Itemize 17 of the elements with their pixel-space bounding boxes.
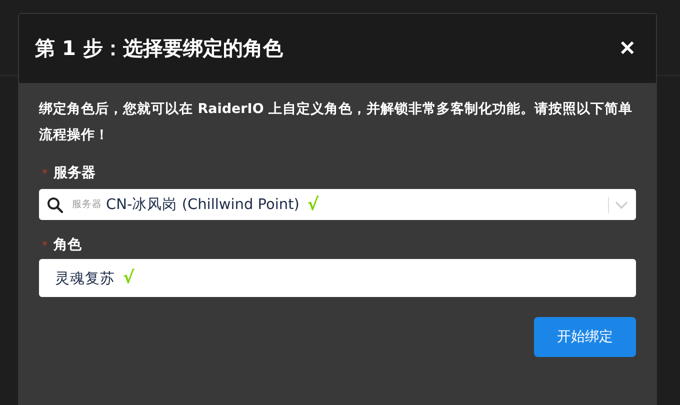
field-value: CN-冰风岗 (Chillwind Point)	[106, 196, 300, 214]
field-label: 服务器	[54, 164, 96, 182]
chevron-down-icon[interactable]	[615, 200, 628, 208]
field-value: 灵魂复苏	[55, 270, 115, 288]
dialog-title: 第 1 步：选择要绑定的角色	[35, 35, 283, 62]
description-text: 绑定角色后，您就可以在 RaiderIO 上自定义角色，并解锁非常多客制化功能。请按照以下简单流程操作！	[39, 100, 634, 145]
required-mark: *	[42, 166, 48, 180]
required-mark: *	[42, 238, 48, 252]
field-prefix: 服务器	[72, 198, 102, 211]
search-icon	[47, 196, 63, 212]
server-select[interactable]: 服务器 CN-冰风岗 (Chillwind Point) √	[39, 189, 636, 220]
input-field[interactable]: 灵魂复苏 √	[39, 259, 636, 297]
field-label: 角色	[54, 236, 82, 254]
check-mark: √	[123, 268, 134, 288]
check-mark: √	[307, 194, 319, 214]
start-button[interactable]: 开始绑定	[534, 317, 636, 357]
close-button[interactable]: ✕	[617, 36, 638, 61]
